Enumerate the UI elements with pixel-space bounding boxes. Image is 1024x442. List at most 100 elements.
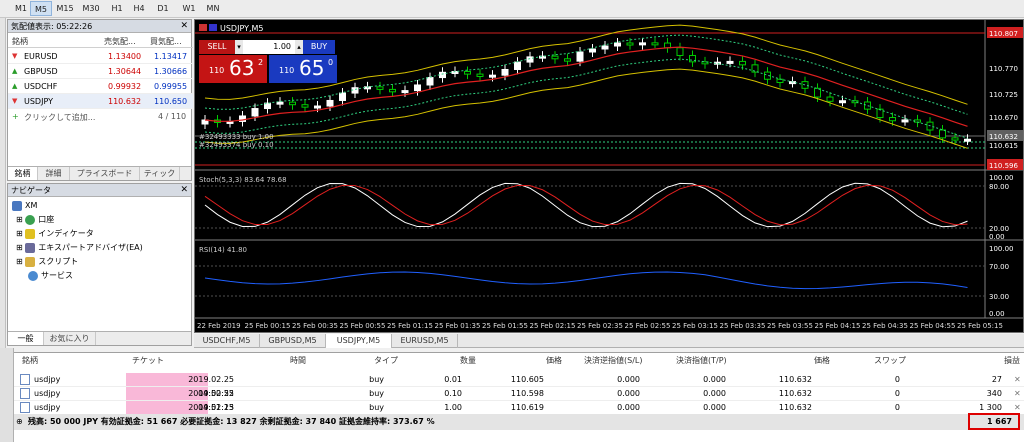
col-tp[interactable]: 決済指値(T/P)	[676, 353, 727, 368]
tab-symbols[interactable]: 銘柄	[8, 167, 38, 180]
col-time[interactable]: 時間	[290, 353, 306, 368]
col-profit[interactable]: 損益	[1004, 353, 1020, 368]
rsi-label: RSI(14) 41.80	[199, 246, 248, 254]
tab-gbpusd[interactable]: GBPUSD,M5	[260, 334, 326, 348]
col-bid[interactable]: 売気配...	[104, 36, 136, 47]
close-icon[interactable]: ✕	[180, 184, 188, 197]
symbol-row-usdjpy[interactable]: ▼ USDJPY 110.632 110.650	[8, 94, 193, 109]
timeframe-h4[interactable]: H4	[128, 1, 150, 16]
tab-usdjpy[interactable]: USDJPY,M5	[326, 334, 392, 348]
nav-item-services[interactable]: サービス	[28, 269, 73, 282]
add-symbol-label[interactable]: クリックして追加...	[24, 112, 95, 123]
nav-item-indicators[interactable]: ⊞ インディケータ	[16, 227, 94, 240]
tab-general[interactable]: 一般	[8, 332, 44, 345]
candle-body	[564, 58, 571, 62]
time-axis-label: 25 Feb 03:35	[720, 322, 766, 330]
symbol-name: USDCHF	[24, 82, 58, 91]
col-symbol[interactable]: 銘柄	[22, 353, 38, 368]
price-axis-label: 110.615	[989, 142, 1018, 150]
timeframe-m5[interactable]: M5	[30, 1, 52, 16]
symbol-row-eurusd[interactable]: ▼ EURUSD 1.13400 1.13417	[8, 49, 193, 64]
terminal-icon	[12, 200, 22, 211]
symbol-row-gbpusd[interactable]: ▲ GBPUSD 1.30644 1.30666	[8, 64, 193, 79]
candle-body	[414, 84, 421, 92]
nav-item-experts[interactable]: ⊞ エキスパートアドバイザ(EA)	[16, 241, 143, 254]
timeframe-w1[interactable]: W1	[178, 1, 200, 16]
tab-ticks[interactable]: ティック	[140, 167, 180, 180]
candle-body	[589, 48, 596, 53]
document-icon	[20, 388, 30, 399]
trade-volume: 1.00	[444, 403, 462, 412]
trade-volume: 0.01	[444, 375, 462, 384]
symbol-row-usdchf[interactable]: ▲ USDCHF 0.99932 0.99955	[8, 79, 193, 94]
candle-body	[476, 73, 484, 77]
chart-symbol-label: USDJPY,M5	[220, 24, 264, 33]
close-order-icon[interactable]: ✕	[1014, 387, 1021, 401]
time-axis-label: 25 Feb 04:55	[910, 322, 956, 330]
timeframe-mn[interactable]: MN	[202, 1, 224, 16]
tab-eurusd[interactable]: EURUSD,M5	[392, 334, 458, 348]
trade-tp: 0.000	[703, 375, 726, 384]
close-icon[interactable]: ✕	[180, 20, 188, 33]
market-watch-tabs: 銘柄 詳細 プライスボード ティック	[8, 166, 191, 180]
nav-item-scripts[interactable]: ⊞ スクリプト	[16, 255, 78, 268]
timeframe-m1[interactable]: M1	[10, 1, 32, 16]
candle-body	[389, 88, 396, 93]
col-current-price[interactable]: 価格	[814, 353, 830, 368]
market-watch-title: 気配値表示: 05:22:26 ✕	[8, 20, 191, 33]
col-swap[interactable]: スワップ	[874, 353, 906, 368]
candle-body	[426, 77, 434, 86]
close-order-icon[interactable]: ✕	[1014, 373, 1021, 387]
col-price[interactable]: 価格	[546, 353, 562, 368]
tab-price-board[interactable]: プライスボード	[70, 167, 140, 180]
lot-up-icon[interactable]: ▴	[295, 40, 303, 54]
candle-body	[464, 70, 471, 75]
order-label-1: #32493333 buy 1.00	[199, 133, 274, 141]
timeframe-h1[interactable]: H1	[106, 1, 128, 16]
sell-price-point: 2	[258, 58, 264, 67]
time-axis-label: 22 Feb 2019	[197, 322, 241, 330]
price-axis-label: 110.725	[989, 91, 1018, 99]
candle-body	[376, 86, 384, 90]
trade-row[interactable]: usdjpy2019.02.25 04:52:00buy1.00110.6190…	[14, 401, 1024, 426]
col-symbol[interactable]: 銘柄	[12, 36, 28, 47]
col-ticket[interactable]: チケット	[132, 353, 164, 368]
col-type[interactable]: タイプ	[374, 353, 398, 368]
stoch-level-label: 20.00	[989, 225, 1009, 233]
tab-usdchf[interactable]: USDCHF,M5	[194, 334, 260, 348]
trade-swap: 0	[894, 403, 900, 412]
chart-window[interactable]: 110.807 110.770 110.725 110.670 110.632 110.6…	[194, 19, 1024, 333]
candle-body	[726, 60, 734, 64]
buy-price-box[interactable]: 110 65 0	[269, 55, 337, 83]
timeframe-m15[interactable]: M15	[54, 1, 76, 16]
price-axis-label: 110.632	[989, 133, 1018, 141]
buy-button[interactable]: BUY	[303, 40, 335, 54]
sell-button[interactable]: SELL	[199, 40, 235, 54]
trade-symbol: usdjpy	[34, 389, 61, 398]
time-axis-label: 25 Feb 00:35	[292, 322, 338, 330]
col-volume[interactable]: 数量	[460, 353, 476, 368]
timeframe-m30[interactable]: M30	[80, 1, 102, 16]
trade-row[interactable]: usdjpy 2019.02.25 04:50:52 buy 0.01 110.605 0…	[14, 373, 1024, 398]
tab-favorites[interactable]: お気に入り	[44, 332, 96, 345]
navigator-tabs: 一般 お気に入り	[8, 331, 191, 345]
trade-row[interactable]: usdjpy 2019.02.25 04:51:13 buy 0.10 110.598 0…	[14, 387, 1024, 412]
candle-body	[639, 42, 646, 46]
sell-price-box[interactable]: 110 63 2	[199, 55, 267, 83]
add-symbol-row[interactable]: + クリックして追加... 4 / 110	[8, 109, 193, 124]
lot-input[interactable]: 1.00	[243, 40, 295, 54]
time-axis-label: 25 Feb 01:35	[435, 322, 481, 330]
tab-details[interactable]: 詳細	[38, 167, 70, 180]
total-profit: 1 667	[968, 413, 1020, 430]
nav-item-accounts[interactable]: ⊞ 口座	[16, 213, 54, 226]
col-ask[interactable]: 買気配...	[150, 36, 182, 47]
stoch-level-label: 100.00	[989, 174, 1014, 182]
col-sl[interactable]: 決済逆指値(S/L)	[584, 353, 642, 368]
trade-swap: 0	[894, 375, 900, 384]
lot-down-icon[interactable]: ▾	[235, 40, 243, 54]
price-axis-label: 110.596	[989, 162, 1018, 170]
trade-type: buy	[369, 403, 384, 412]
nav-item-xm[interactable]: XM	[12, 199, 37, 212]
symbol-name: EURUSD	[24, 52, 58, 61]
timeframe-d1[interactable]: D1	[152, 1, 174, 16]
